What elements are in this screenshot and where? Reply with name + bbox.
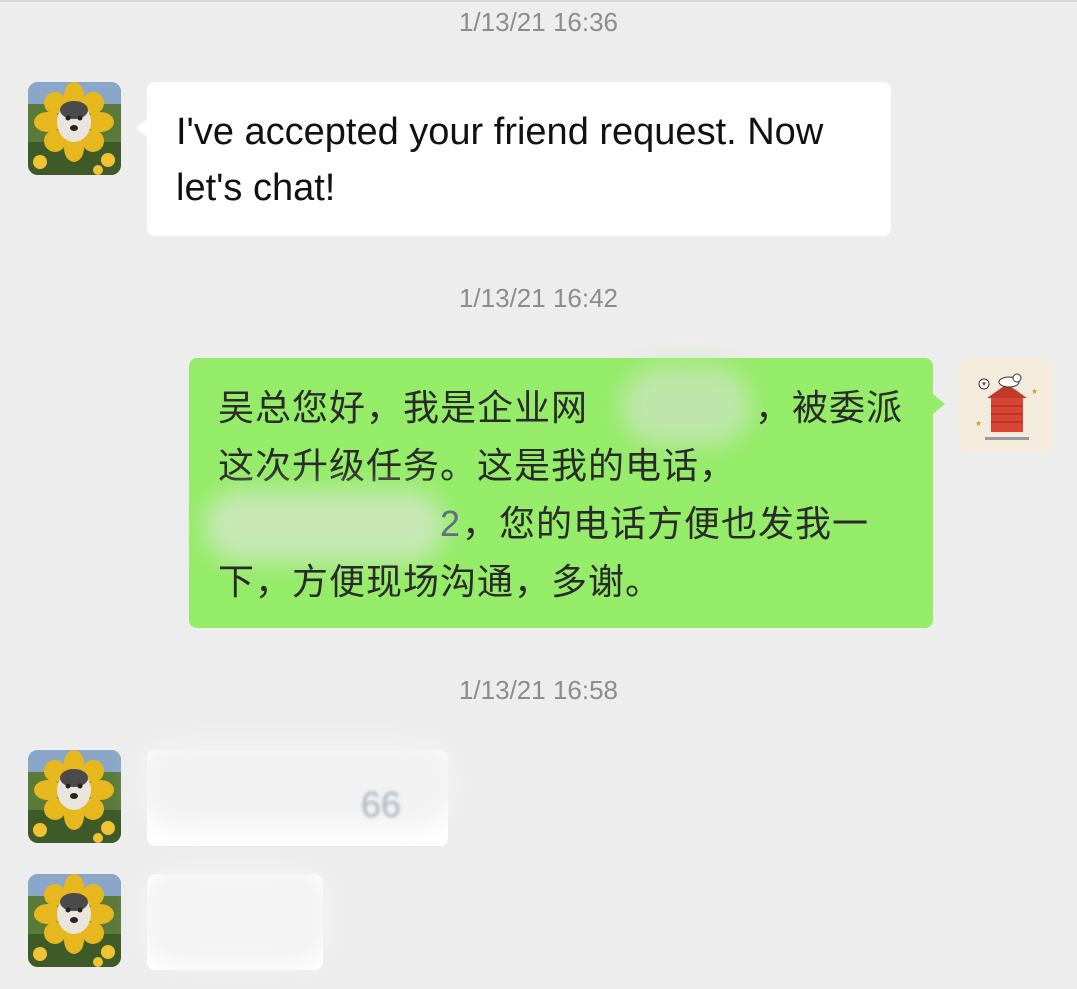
sunflower-dog-avatar-icon	[28, 82, 121, 175]
message-line-4: 下，方便现场沟通，多谢。	[218, 562, 663, 603]
top-divider	[0, 0, 1077, 2]
redaction-blur	[137, 738, 457, 828]
message-line-1-end: ，被委派	[755, 388, 904, 429]
snoopy-doghouse-avatar-icon: ★ ★	[959, 358, 1052, 451]
message-line-1-start: 吴总您好，我是企业网	[218, 388, 589, 429]
contact-avatar[interactable]	[28, 82, 121, 175]
redaction-blur	[621, 366, 751, 446]
message-line-3: ，您的电话方便也发我一	[462, 504, 870, 545]
timestamp: 1/13/21 16:42	[458, 283, 619, 313]
bubble-tail	[933, 394, 945, 414]
phone-number-partial: 2	[440, 503, 461, 544]
message-text-partial: 66	[361, 784, 402, 825]
timestamp: 1/13/21 16:36	[458, 7, 619, 37]
svg-text:★: ★	[1031, 387, 1038, 396]
svg-text:★: ★	[975, 419, 982, 428]
self-avatar[interactable]: ★ ★	[959, 358, 1052, 451]
sunflower-dog-avatar-icon	[28, 750, 121, 843]
incoming-message-bubble[interactable]: 66	[137, 738, 457, 846]
message-text: I've accepted your friend request. Now l…	[176, 111, 824, 209]
sunflower-dog-avatar-icon	[28, 874, 121, 967]
incoming-message-bubble[interactable]	[141, 866, 331, 970]
redaction-blur	[141, 866, 331, 966]
message-line-1: 吴总您好，我是企业网	[218, 380, 588, 438]
redaction-blur	[205, 490, 445, 562]
incoming-message-bubble[interactable]: I've accepted your friend request. Now l…	[147, 82, 891, 236]
contact-avatar[interactable]	[28, 750, 121, 843]
timestamp: 1/13/21 16:58	[458, 675, 619, 705]
outgoing-message-bubble[interactable]: 吴总您好，我是企业网 ，被委派 这次升级任务。这是我的电话， 2 ，您的电话方便…	[189, 358, 933, 628]
message-line-2: 这次升级任务。这是我的电话，	[218, 446, 737, 487]
contact-avatar[interactable]	[28, 874, 121, 967]
